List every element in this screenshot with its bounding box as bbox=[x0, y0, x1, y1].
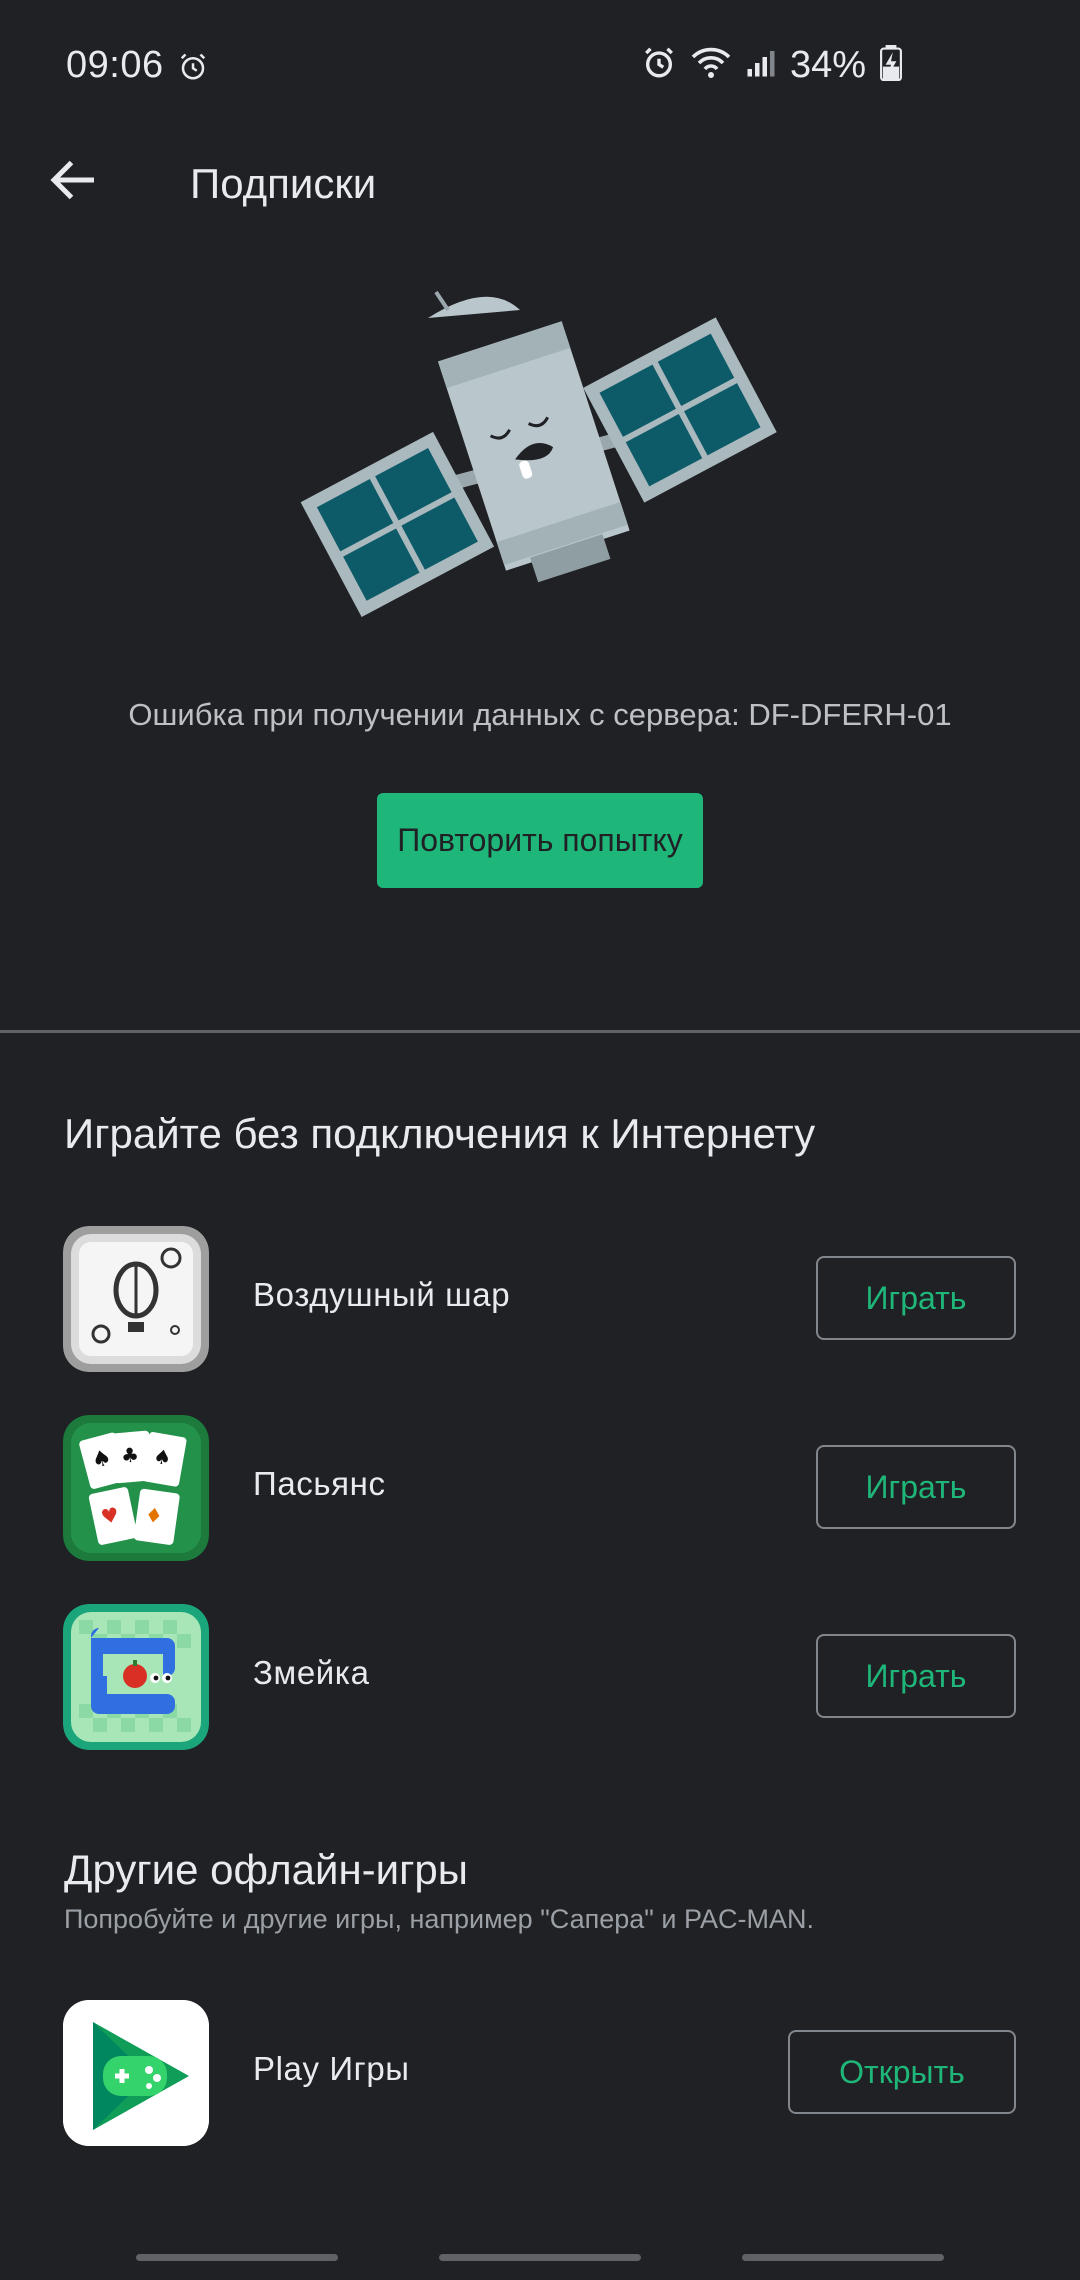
status-icons: 34% bbox=[642, 44, 902, 87]
game-row-balloon[interactable]: Воздушный шар Играть bbox=[0, 1226, 1080, 1372]
game-name: Змейка bbox=[253, 1654, 370, 1691]
nav-handle-center bbox=[439, 2254, 641, 2261]
error-message: Ошибка при получении данных с сервера: D… bbox=[128, 697, 952, 732]
svg-text:♣: ♣ bbox=[120, 1442, 140, 1467]
game-row-snake[interactable]: Змейка Играть bbox=[0, 1604, 1080, 1750]
game-name: Пасьянс bbox=[253, 1465, 386, 1502]
offline-games-title: Играйте без подключения к Интернету bbox=[64, 1110, 816, 1157]
back-button[interactable] bbox=[44, 150, 104, 210]
game-name: Воздушный шар bbox=[253, 1276, 511, 1313]
status-time: 09:06 bbox=[66, 44, 164, 86]
snake-game-icon bbox=[63, 1604, 209, 1750]
nav-handle-left bbox=[136, 2254, 338, 2261]
alarm-icon bbox=[178, 52, 208, 87]
play-button-snake[interactable]: Играть bbox=[816, 1634, 1016, 1718]
balloon-game-icon bbox=[63, 1226, 209, 1372]
play-games-row[interactable]: Play Игры Открыть bbox=[0, 2000, 1080, 2146]
svg-text:♦: ♦ bbox=[143, 1502, 164, 1528]
alarm-icon bbox=[642, 46, 676, 85]
status-bar: 09:06 34% bbox=[0, 0, 1080, 140]
play-games-icon bbox=[63, 2000, 209, 2146]
wifi-icon bbox=[690, 46, 732, 85]
solitaire-game-icon: ♠ ♣ ♠ ♥ ♦ bbox=[63, 1415, 209, 1561]
play-button-solitaire[interactable]: Играть bbox=[816, 1445, 1016, 1529]
open-button[interactable]: Открыть bbox=[788, 2030, 1016, 2114]
back-arrow-icon bbox=[50, 160, 94, 200]
play-button-balloon[interactable]: Играть bbox=[816, 1256, 1016, 1340]
retry-button[interactable]: Повторить попытку bbox=[377, 793, 703, 888]
other-games-title: Другие офлайн-игры bbox=[64, 1846, 468, 1893]
signal-icon bbox=[746, 48, 776, 83]
app-name: Play Игры bbox=[253, 2050, 410, 2087]
battery-charging-icon bbox=[880, 45, 902, 86]
other-games-subtitle: Попробуйте и другие игры, например "Сапе… bbox=[64, 1904, 814, 1934]
nav-handle-right bbox=[742, 2254, 944, 2261]
divider bbox=[0, 1030, 1080, 1033]
satellite-illustration bbox=[280, 280, 800, 660]
page-title: Подписки bbox=[190, 160, 377, 207]
battery-percentage: 34% bbox=[789, 44, 866, 86]
game-row-solitaire[interactable]: ♠ ♣ ♠ ♥ ♦ Пасьянс Играть bbox=[0, 1415, 1080, 1561]
